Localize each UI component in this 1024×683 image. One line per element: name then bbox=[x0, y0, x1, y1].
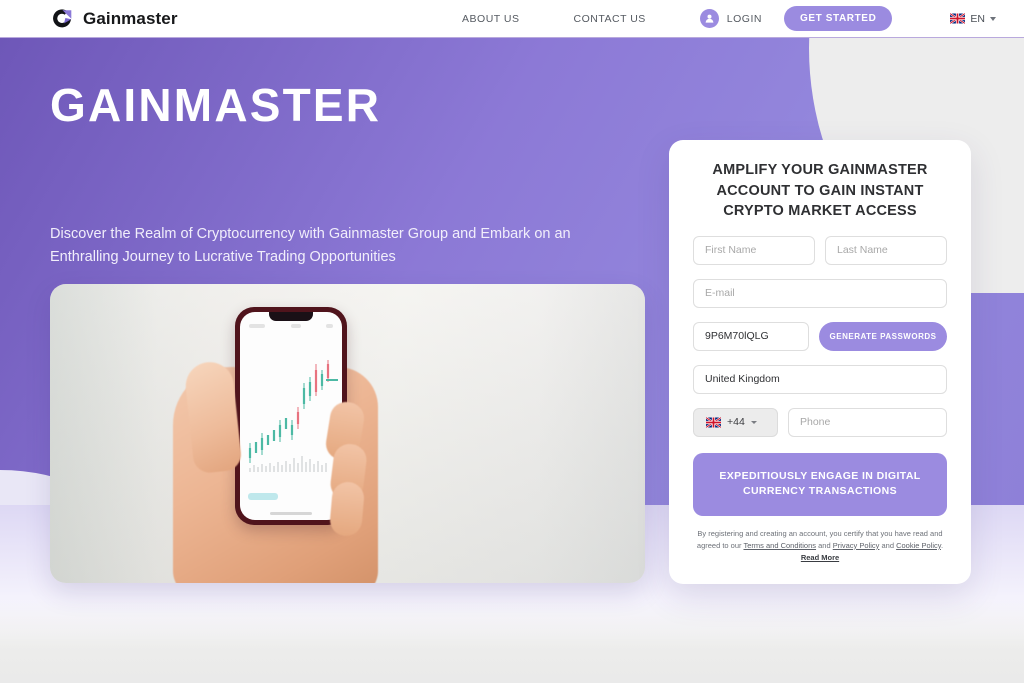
submit-button[interactable]: EXPEDITIOUSLY ENGAGE IN DIGITAL CURRENCY… bbox=[693, 452, 947, 516]
dial-code-selector[interactable]: +44 bbox=[693, 407, 778, 437]
get-started-button[interactable]: GET STARTED bbox=[783, 6, 893, 31]
phone-input[interactable] bbox=[788, 407, 947, 437]
landing-page: Gainmaster ABOUT US CONTACT US LOGIN GET… bbox=[0, 0, 1024, 683]
gainmaster-swoosh-logo-icon bbox=[50, 8, 76, 30]
language-code: EN bbox=[970, 12, 985, 25]
phone-home-indicator bbox=[270, 512, 312, 515]
phone-app-toolbar bbox=[249, 324, 333, 328]
terms-and-conditions-link[interactable]: Terms and Conditions bbox=[743, 541, 816, 550]
name-row bbox=[693, 235, 947, 265]
phone-row: +44 bbox=[693, 407, 947, 437]
first-name-input[interactable] bbox=[693, 235, 815, 265]
dial-code-label: +44 bbox=[727, 416, 745, 429]
legal-sep-2: and bbox=[879, 540, 897, 550]
legal-disclaimer: By registering and creating an account, … bbox=[693, 528, 947, 564]
signup-card: AMPLIFY YOUR GAINMASTER ACCOUNT TO GAIN … bbox=[669, 140, 971, 584]
login-label: LOGIN bbox=[726, 12, 762, 25]
country-row bbox=[693, 364, 947, 394]
password-row: GENERATE PASSWORDS bbox=[693, 321, 947, 351]
password-input[interactable] bbox=[693, 321, 809, 351]
nav-item-contact-us[interactable]: CONTACT US bbox=[574, 13, 646, 25]
phone-notch bbox=[269, 312, 313, 321]
chevron-down-icon bbox=[990, 16, 996, 21]
legal-sep-3: . bbox=[940, 540, 944, 550]
language-selector[interactable]: EN bbox=[950, 13, 996, 25]
site-header: Gainmaster ABOUT US CONTACT US LOGIN GET… bbox=[0, 0, 1024, 38]
brand-name: Gainmaster bbox=[83, 8, 178, 28]
brand-logo[interactable]: Gainmaster bbox=[50, 8, 178, 30]
user-avatar-icon bbox=[699, 9, 719, 28]
main-nav: ABOUT US CONTACT US LOGIN GET STARTED EN bbox=[462, 6, 1024, 31]
last-name-input[interactable] bbox=[825, 235, 947, 265]
privacy-policy-link[interactable]: Privacy Policy bbox=[833, 541, 880, 550]
read-more-link[interactable]: Read More bbox=[801, 553, 839, 562]
hero-photo-card bbox=[50, 284, 645, 583]
cookie-policy-link[interactable]: Cookie Policy bbox=[896, 541, 941, 550]
signup-title: AMPLIFY YOUR GAINMASTER ACCOUNT TO GAIN … bbox=[712, 162, 928, 220]
uk-flag-icon bbox=[950, 13, 966, 24]
country-input[interactable] bbox=[693, 364, 947, 394]
hero-subtitle: Discover the Realm of Cryptocurrency wit… bbox=[50, 226, 571, 266]
candlestick-chart bbox=[248, 360, 338, 472]
phone-screen bbox=[240, 312, 342, 520]
chevron-down-icon bbox=[750, 420, 757, 424]
legal-sep-1: and bbox=[816, 540, 833, 550]
phone-action-button bbox=[248, 493, 278, 500]
email-row bbox=[693, 278, 947, 308]
page-bottom-fade bbox=[0, 600, 1024, 683]
nav-item-about-us[interactable]: ABOUT US bbox=[462, 13, 519, 25]
hero-title: GAINMASTER bbox=[50, 79, 382, 131]
email-input[interactable] bbox=[693, 278, 947, 308]
uk-flag-icon bbox=[706, 416, 721, 428]
generate-passwords-button[interactable]: GENERATE PASSWORDS bbox=[819, 321, 947, 351]
login-button[interactable]: LOGIN bbox=[699, 9, 762, 28]
